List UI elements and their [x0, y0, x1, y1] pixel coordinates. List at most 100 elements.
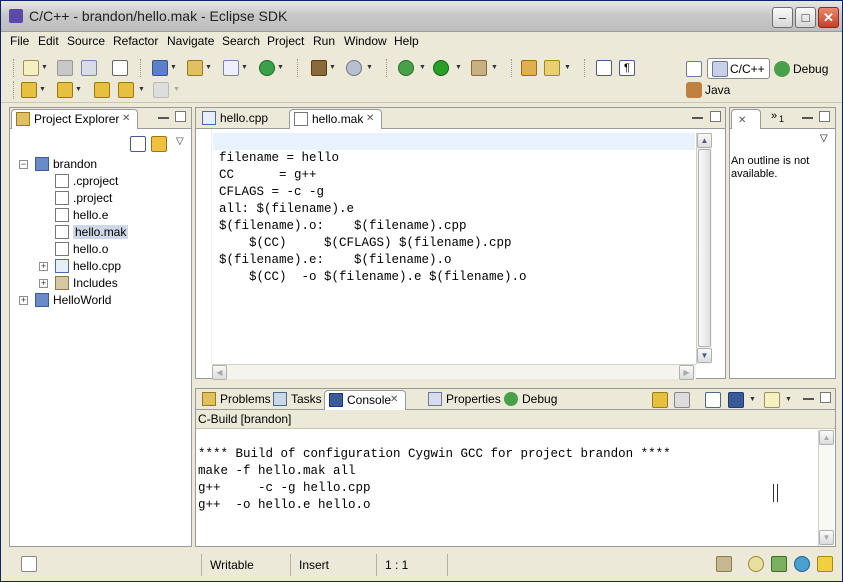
menu-navigate[interactable]: Navigate [167, 34, 214, 48]
minimize-view-button[interactable] [692, 111, 703, 119]
chevron-down-icon[interactable]: ▼ [173, 86, 180, 93]
maximize-view-button[interactable] [710, 111, 721, 122]
new-cpp-project-icon[interactable] [152, 60, 168, 76]
minimize-button[interactable]: – [772, 7, 793, 28]
tree-item-hello-e[interactable]: hello.e [55, 208, 108, 222]
tree-item-includes[interactable]: Includes [55, 276, 118, 290]
tab-hello-mak[interactable]: hello.mak ✕ [289, 109, 382, 129]
back-icon[interactable] [118, 82, 134, 98]
scroll-thumb[interactable] [698, 149, 711, 347]
close-icon[interactable]: ✕ [390, 391, 398, 409]
close-icon[interactable]: ✕ [122, 110, 130, 128]
menu-run[interactable]: Run [313, 34, 335, 48]
toggle-mark-icon[interactable] [596, 60, 612, 76]
clear-console-icon[interactable] [674, 392, 690, 408]
tree-item-helloworld[interactable]: HelloWorld [35, 293, 111, 307]
print-icon[interactable] [81, 60, 97, 76]
tree-item-cproject[interactable]: .cproject [55, 174, 118, 188]
toolbar-grip[interactable] [140, 59, 143, 77]
scroll-down-button[interactable]: ▼ [697, 348, 712, 363]
star-icon[interactable] [817, 556, 833, 572]
view-menu-chevron-icon[interactable]: ▽ [820, 133, 828, 144]
chevron-down-icon[interactable]: ▼ [170, 64, 177, 71]
menu-refactor[interactable]: Refactor [113, 34, 158, 48]
expand-includes-icon[interactable]: + [39, 279, 48, 288]
tab-outline[interactable]: ✕ [731, 109, 761, 129]
open-perspective-icon[interactable] [686, 61, 702, 77]
tree-item-hello-cpp[interactable]: hello.cpp [55, 259, 121, 273]
scroll-down-button[interactable]: ▼ [819, 530, 834, 545]
search-icon[interactable] [544, 60, 560, 76]
menu-edit[interactable]: Edit [38, 34, 59, 48]
maximize-view-button[interactable] [820, 392, 831, 403]
chevron-down-icon[interactable]: ▼ [455, 64, 462, 71]
tree-item-brandon[interactable]: brandon [35, 157, 97, 171]
chevron-down-icon[interactable]: ▼ [491, 64, 498, 71]
tree-item-hello-mak[interactable]: hello.mak [55, 225, 129, 239]
toolbar-grip[interactable] [13, 59, 16, 77]
maximize-view-button[interactable] [819, 111, 830, 122]
run-play-icon[interactable] [433, 60, 449, 76]
forward-icon[interactable] [153, 82, 169, 98]
scroll-lock-icon[interactable] [652, 392, 668, 408]
toolbar-grip[interactable] [511, 59, 514, 77]
open-console-icon[interactable] [764, 392, 780, 408]
maximize-button[interactable]: □ [795, 7, 816, 28]
new-icon[interactable] [23, 60, 39, 76]
pin-console-icon[interactable] [705, 392, 721, 408]
tab-project-explorer[interactable]: Project Explorer ✕ [11, 109, 138, 129]
editor-horizontal-scrollbar[interactable]: ◀ ▶ [212, 364, 696, 380]
perspective-cpp[interactable]: C/C++ [707, 58, 770, 79]
toolbar-grip[interactable] [386, 59, 389, 77]
chevron-down-icon[interactable]: ▼ [419, 64, 426, 71]
tree-item-hello-o[interactable]: hello.o [55, 242, 108, 256]
tab-console[interactable]: Console ✕ [324, 390, 406, 410]
chevron-down-icon[interactable]: ▼ [366, 64, 373, 71]
expand-hello-cpp-icon[interactable]: + [39, 262, 48, 271]
editor-vertical-scrollbar[interactable]: ▲ ▼ [696, 133, 712, 364]
menu-source[interactable]: Source [67, 34, 105, 48]
chevron-down-icon[interactable]: ▼ [329, 64, 336, 71]
previous-annotation-icon[interactable] [57, 82, 73, 98]
save-icon[interactable] [57, 60, 73, 76]
menu-window[interactable]: Window [344, 34, 387, 48]
debug-bug-icon[interactable] [398, 60, 414, 76]
chevron-down-icon[interactable]: ▼ [785, 396, 792, 403]
toolbar-grip[interactable] [584, 59, 587, 77]
updates-icon[interactable] [794, 556, 810, 572]
run-icon[interactable] [259, 60, 275, 76]
tab-tasks[interactable]: Tasks [269, 390, 322, 410]
display-console-icon[interactable] [728, 392, 744, 408]
external-tools-icon[interactable] [471, 60, 487, 76]
scroll-right-button[interactable]: ▶ [679, 365, 694, 380]
build-hammer-icon[interactable] [311, 60, 327, 76]
next-annotation-icon[interactable] [21, 82, 37, 98]
chevron-down-icon[interactable]: ▼ [749, 396, 756, 403]
trim-icon[interactable] [716, 556, 732, 572]
new-class-icon[interactable] [223, 60, 239, 76]
show-whitespace-icon[interactable]: ¶ [619, 60, 635, 76]
view-menu-chevron-icon[interactable]: ▽ [176, 136, 184, 147]
new-folder-icon[interactable] [187, 60, 203, 76]
tab-properties[interactable]: Properties [424, 390, 501, 410]
toolbar-grip[interactable] [13, 81, 16, 99]
chevron-down-icon[interactable]: ▼ [39, 86, 46, 93]
scroll-up-button[interactable]: ▲ [819, 430, 834, 445]
last-edit-icon[interactable] [94, 82, 110, 98]
chevron-down-icon[interactable]: ▼ [41, 64, 48, 71]
console-output[interactable]: **** Build of configuration Cygwin GCC f… [198, 429, 671, 514]
menu-project[interactable]: Project [267, 34, 304, 48]
menu-help[interactable]: Help [394, 34, 419, 48]
chevron-down-icon[interactable]: ▼ [564, 64, 571, 71]
toolbar-grip[interactable] [297, 59, 300, 77]
minimize-view-button[interactable] [802, 111, 813, 119]
open-type-icon[interactable] [521, 60, 537, 76]
menu-search[interactable]: Search [222, 34, 260, 48]
tab-debug[interactable]: Debug [500, 390, 557, 410]
close-icon[interactable]: ✕ [366, 110, 374, 128]
editor-code[interactable]: filename = hello CC = g++ CFLAGS = -c -g al… [219, 133, 527, 286]
scroll-left-button[interactable]: ◀ [212, 365, 227, 380]
close-icon[interactable]: ✕ [738, 115, 746, 126]
close-button[interactable]: ✕ [818, 7, 839, 28]
binary-icon[interactable] [112, 60, 128, 76]
